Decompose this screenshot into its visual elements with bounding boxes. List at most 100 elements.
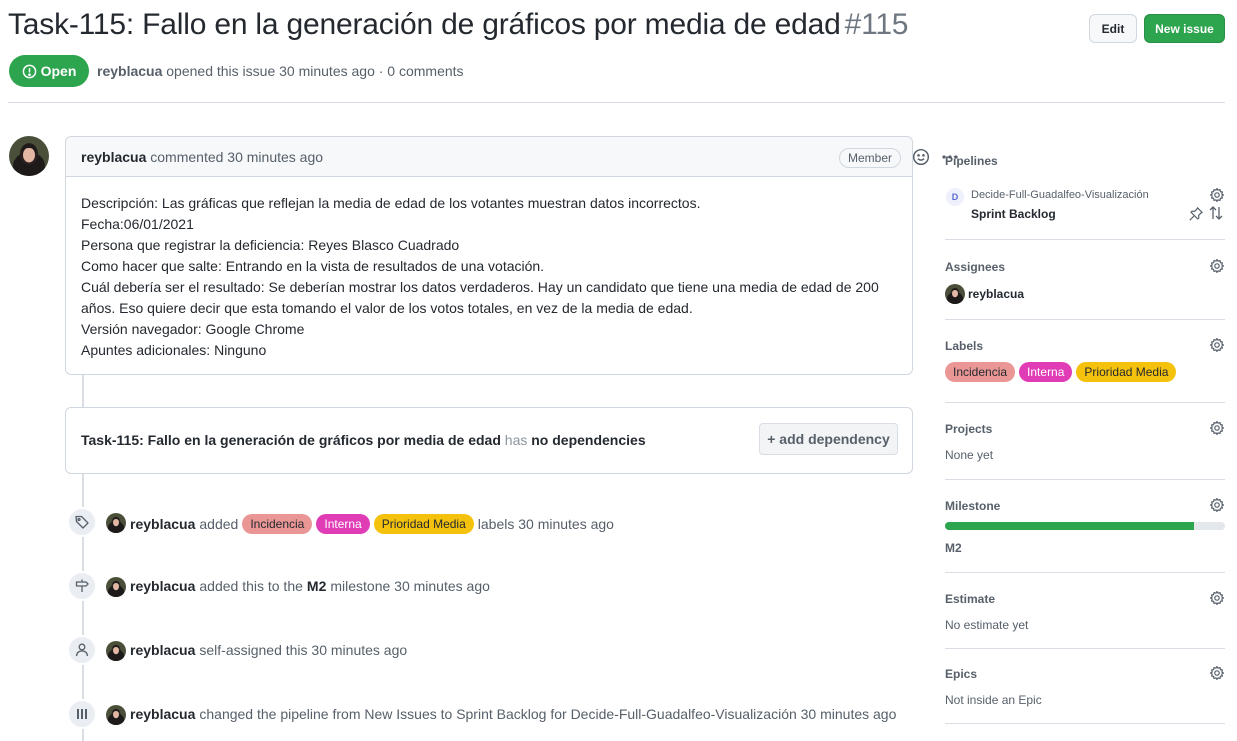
estimate-title: Estimate — [945, 592, 996, 606]
member-badge: Member — [839, 148, 902, 168]
smiley-icon[interactable] — [912, 148, 930, 166]
milestone-section: Milestone — [945, 497, 1225, 513]
sidebar-divider — [945, 319, 1225, 320]
timeline-event: reyblacua added Incidencia Interna Prior… — [67, 507, 927, 537]
add-dependency-button[interactable]: + add dependency — [759, 423, 898, 455]
issue-meta: reyblacua opened this issue 30 minutes a… — [97, 63, 464, 79]
event-text: reyblacua self-assigned this 30 minutes … — [130, 642, 407, 658]
projects-section: Projects None yet — [945, 420, 1225, 462]
state-badge: Open — [9, 55, 89, 87]
comment-line: Como hacer que salte: Entrando en la vis… — [81, 258, 545, 274]
sidebar-divider — [945, 239, 1225, 240]
avatar-image-icon — [945, 284, 965, 304]
dependencies-box: Task-115: Fallo en la generación de gráf… — [65, 407, 913, 474]
event-before: added — [199, 516, 239, 532]
event-before: added this to the — [199, 578, 303, 594]
state-label: Open — [40, 63, 77, 79]
epics-title: Epics — [945, 667, 978, 681]
comment-meta: reyblacua commented 30 minutes ago — [81, 149, 323, 165]
repo-initial-badge: D — [946, 188, 964, 206]
event-text: reyblacua added Incidencia Interna Prior… — [130, 514, 614, 534]
gear-icon[interactable] — [1209, 497, 1225, 513]
pin-icon[interactable] — [1188, 206, 1204, 222]
avatar-image-icon — [106, 705, 126, 725]
labels-title: Labels — [945, 339, 984, 353]
pipeline-row: D Decide-Full-Guadalfeo-Visualización Sp… — [945, 187, 1225, 228]
milestone-progress — [945, 522, 1225, 530]
comment-line: Cuál debería ser el resultado: Se deberí… — [81, 279, 879, 316]
event-icon-wrap — [67, 571, 97, 601]
milestone-link[interactable]: M2 — [307, 578, 326, 594]
event-before: changed the pipeline from New Issues to … — [199, 706, 897, 722]
comment-line: Descripción: Las gráficas que reflejan l… — [81, 195, 701, 211]
pipelines-section: Pipelines — [945, 154, 1225, 168]
event-actor-link[interactable]: reyblacua — [130, 516, 195, 532]
avatar[interactable] — [945, 284, 965, 304]
issue-title: Task-115: Fallo en la generación de gráf… — [8, 8, 908, 42]
avatar[interactable] — [106, 513, 126, 533]
gear-icon[interactable] — [1209, 590, 1225, 606]
tag-icon — [75, 515, 89, 529]
arrow-switch-icon[interactable] — [1208, 205, 1224, 221]
event-actor-link[interactable]: reyblacua — [130, 642, 195, 658]
comment-line: Fecha:06/01/2021 — [81, 216, 194, 232]
dependencies-text: Task-115: Fallo en la generación de gráf… — [81, 432, 646, 448]
projects-value: None yet — [945, 448, 994, 462]
gear-icon[interactable] — [1209, 665, 1225, 681]
comment-line: Persona que registrar la deficiencia: Re… — [81, 237, 460, 253]
new-issue-button[interactable]: New issue — [1144, 14, 1225, 43]
label-prioridad-media[interactable]: Prioridad Media — [373, 514, 474, 534]
comment-body: Descripción: Las gráficas que reflejan l… — [66, 177, 912, 377]
label-interna[interactable]: Interna — [1019, 362, 1073, 382]
label-incidencia[interactable]: Incidencia — [242, 514, 313, 534]
avatar[interactable] — [106, 705, 126, 725]
timeline-event: reyblacua changed the pipeline from New … — [67, 699, 927, 729]
event-after: labels 30 minutes ago — [477, 516, 614, 532]
label-incidencia[interactable]: Incidencia — [945, 362, 1016, 382]
avatar-image-icon — [106, 641, 126, 661]
comment-header: reyblacua commented 30 minutes ago Membe… — [66, 137, 958, 177]
comment-author-link[interactable]: reyblacua — [81, 149, 146, 165]
estimate-section: Estimate No estimate yet — [945, 590, 1225, 632]
labels-section: Labels — [945, 337, 1225, 353]
label-interna[interactable]: Interna — [316, 514, 370, 534]
issue-title-text: Task-115: Fallo en la generación de gráf… — [8, 8, 841, 41]
dependencies-issue: Task-115: Fallo en la generación de gráf… — [81, 432, 501, 448]
projects-title: Projects — [945, 422, 993, 436]
gear-icon[interactable] — [1209, 420, 1225, 436]
issue-page: Task-115: Fallo en la generación de gráf… — [0, 0, 1237, 741]
timeline-event: reyblacua self-assigned this 30 minutes … — [67, 635, 927, 665]
gear-icon[interactable] — [1209, 187, 1225, 203]
comment-box: reyblacua commented 30 minutes ago Membe… — [65, 136, 958, 377]
avatar[interactable] — [106, 641, 126, 661]
milestone-link[interactable]: M2 — [945, 541, 962, 555]
event-actor-link[interactable]: reyblacua — [130, 706, 195, 722]
pipeline-name[interactable]: Sprint Backlog — [971, 207, 1056, 221]
assignee-link[interactable]: reyblacua — [968, 287, 1024, 301]
milestone-icon — [75, 579, 89, 592]
avatar[interactable] — [106, 577, 126, 597]
timeline-event: reyblacua added this to the M2 milestone… — [67, 571, 927, 601]
issue-author-link[interactable]: reyblacua — [97, 63, 162, 79]
avatar-image-icon — [9, 136, 49, 176]
dependencies-has: has — [504, 432, 528, 448]
milestone-progress-fill — [945, 522, 1195, 530]
event-text: reyblacua changed the pipeline from New … — [130, 706, 896, 722]
comment-line: Apuntes adicionales: Ninguno — [81, 342, 267, 358]
gear-icon[interactable] — [1209, 337, 1225, 353]
avatar[interactable] — [9, 136, 49, 176]
issue-opened-text: opened this issue 30 minutes ago · 0 com… — [166, 63, 464, 79]
event-after: milestone 30 minutes ago — [330, 578, 490, 594]
event-actor-link[interactable]: reyblacua — [130, 578, 195, 594]
gear-icon[interactable] — [1209, 258, 1225, 274]
label-prioridad-media[interactable]: Prioridad Media — [1076, 362, 1177, 382]
comment-time: commented 30 minutes ago — [150, 149, 324, 165]
event-before: self-assigned this 30 minutes ago — [199, 642, 408, 658]
edit-button[interactable]: Edit — [1089, 14, 1137, 43]
dependencies-status: no dependencies — [531, 432, 646, 448]
person-icon — [75, 643, 89, 657]
sidebar-divider — [945, 572, 1225, 573]
assignees-title: Assignees — [945, 260, 1006, 274]
epics-value: Not inside an Epic — [945, 693, 1042, 707]
sidebar-divider — [945, 723, 1225, 724]
